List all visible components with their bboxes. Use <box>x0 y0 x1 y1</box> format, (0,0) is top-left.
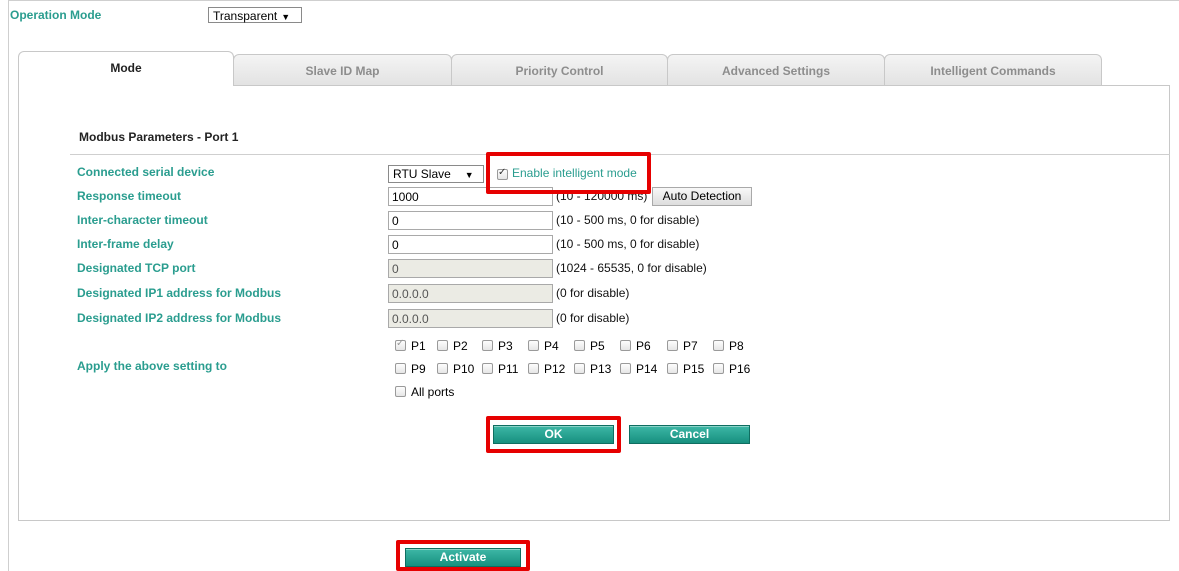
all-ports-checkbox[interactable] <box>395 386 406 398</box>
apply-setting-label: Apply the above setting to <box>77 359 228 373</box>
inter-frame-delay-label: Inter-frame delay <box>77 237 174 251</box>
tab-priority-control[interactable]: Priority Control <box>451 54 668 86</box>
dropdown-arrow-icon: ▼ <box>281 12 291 22</box>
port-p5[interactable]: P5 <box>574 338 605 353</box>
port-checkbox[interactable] <box>713 363 724 375</box>
port-checkbox[interactable] <box>528 340 539 352</box>
port-checkbox[interactable] <box>482 340 493 352</box>
ip1-hint: (0 for disable) <box>556 286 630 300</box>
port-p1[interactable]: P1 <box>395 338 426 353</box>
port-label: P10 <box>453 361 475 376</box>
mode-panel <box>18 85 1170 521</box>
response-timeout-label: Response timeout <box>77 189 182 203</box>
port-label: P9 <box>411 361 426 376</box>
port-checkbox[interactable] <box>395 338 406 352</box>
port-checkbox[interactable] <box>620 363 631 375</box>
tcp-port-input[interactable]: 0 <box>388 259 553 278</box>
designated-ip1-label: Designated IP1 address for Modbus <box>77 286 282 300</box>
tab-baseline <box>233 85 1170 86</box>
port-label: P12 <box>544 361 566 376</box>
port-p2[interactable]: P2 <box>437 338 468 353</box>
port-label: P1 <box>411 338 426 353</box>
operation-mode-value: Transparent <box>213 9 278 23</box>
ip2-input[interactable]: 0.0.0.0 <box>388 309 553 328</box>
port-label: P6 <box>636 338 651 353</box>
cancel-button[interactable]: Cancel <box>629 425 750 444</box>
port-p10[interactable]: P10 <box>437 361 474 376</box>
port-label: P3 <box>498 338 513 353</box>
port-p15[interactable]: P15 <box>667 361 704 376</box>
port-checkbox[interactable] <box>395 363 406 375</box>
port-p16[interactable]: P16 <box>713 361 750 376</box>
port-label: P2 <box>453 338 468 353</box>
all-ports[interactable]: All ports <box>395 384 454 399</box>
port-label: P16 <box>729 361 751 376</box>
connected-serial-device-label: Connected serial device <box>77 165 215 179</box>
highlight-ok-button <box>486 416 621 453</box>
port-p14[interactable]: P14 <box>620 361 657 376</box>
highlight-intelligent-mode <box>486 152 651 194</box>
port-checkbox[interactable] <box>620 340 631 352</box>
port-checkbox[interactable] <box>667 363 678 375</box>
operation-mode-select[interactable]: Transparent ▼ <box>208 7 302 23</box>
highlight-activate-button <box>396 540 530 571</box>
dropdown-arrow-icon: ▼ <box>464 170 474 180</box>
port-p11[interactable]: P11 <box>482 361 518 376</box>
port-checkbox[interactable] <box>437 340 448 352</box>
port-checkbox[interactable] <box>713 340 724 352</box>
all-ports-label: All ports <box>411 384 455 399</box>
inter-frame-delay-input[interactable]: 0 <box>388 235 553 254</box>
port-p6[interactable]: P6 <box>620 338 651 353</box>
port-label: P7 <box>683 338 698 353</box>
port-checkbox[interactable] <box>528 363 539 375</box>
port-checkbox[interactable] <box>574 340 585 352</box>
port-label: P15 <box>683 361 705 376</box>
tab-slave-id-map[interactable]: Slave ID Map <box>233 54 452 86</box>
operation-mode-label: Operation Mode <box>10 8 102 22</box>
designated-ip2-label: Designated IP2 address for Modbus <box>77 311 282 325</box>
port-p12[interactable]: P12 <box>528 361 565 376</box>
left-border <box>8 0 9 571</box>
port-label: P8 <box>729 338 744 353</box>
port-p3[interactable]: P3 <box>482 338 513 353</box>
section-title: Modbus Parameters - Port 1 <box>79 130 239 144</box>
inter-character-timeout-hint: (10 - 500 ms, 0 for disable) <box>556 213 700 227</box>
port-checkbox[interactable] <box>667 340 678 352</box>
tab-intelligent-commands[interactable]: Intelligent Commands <box>884 54 1102 86</box>
port-p13[interactable]: P13 <box>574 361 611 376</box>
designated-tcp-port-label: Designated TCP port <box>77 261 196 275</box>
port-p4[interactable]: P4 <box>528 338 559 353</box>
port-label: P13 <box>590 361 612 376</box>
port-checkbox[interactable] <box>482 363 493 375</box>
ip1-input[interactable]: 0.0.0.0 <box>388 284 553 303</box>
tab-mode[interactable]: Mode <box>18 51 234 86</box>
port-checkbox[interactable] <box>437 363 448 375</box>
inter-character-timeout-label: Inter-character timeout <box>77 213 208 227</box>
port-p9[interactable]: P9 <box>395 361 426 376</box>
port-p7[interactable]: P7 <box>667 338 698 353</box>
serial-device-value: RTU Slave <box>393 167 451 181</box>
auto-detection-button[interactable]: Auto Detection <box>652 187 752 206</box>
inter-frame-delay-hint: (10 - 500 ms, 0 for disable) <box>556 237 700 251</box>
port-p8[interactable]: P8 <box>713 338 744 353</box>
top-border <box>8 0 1179 1</box>
port-label: P4 <box>544 338 559 353</box>
inter-character-timeout-input[interactable]: 0 <box>388 211 553 230</box>
tab-advanced-settings[interactable]: Advanced Settings <box>667 54 885 86</box>
port-label: P5 <box>590 338 605 353</box>
ip2-hint: (0 for disable) <box>556 311 630 325</box>
serial-device-select[interactable]: RTU Slave ▼ <box>388 165 484 183</box>
tcp-port-hint: (1024 - 65535, 0 for disable) <box>556 261 707 275</box>
port-checkbox[interactable] <box>574 363 585 375</box>
port-label: P14 <box>636 361 658 376</box>
port-label: P11 <box>498 361 519 376</box>
